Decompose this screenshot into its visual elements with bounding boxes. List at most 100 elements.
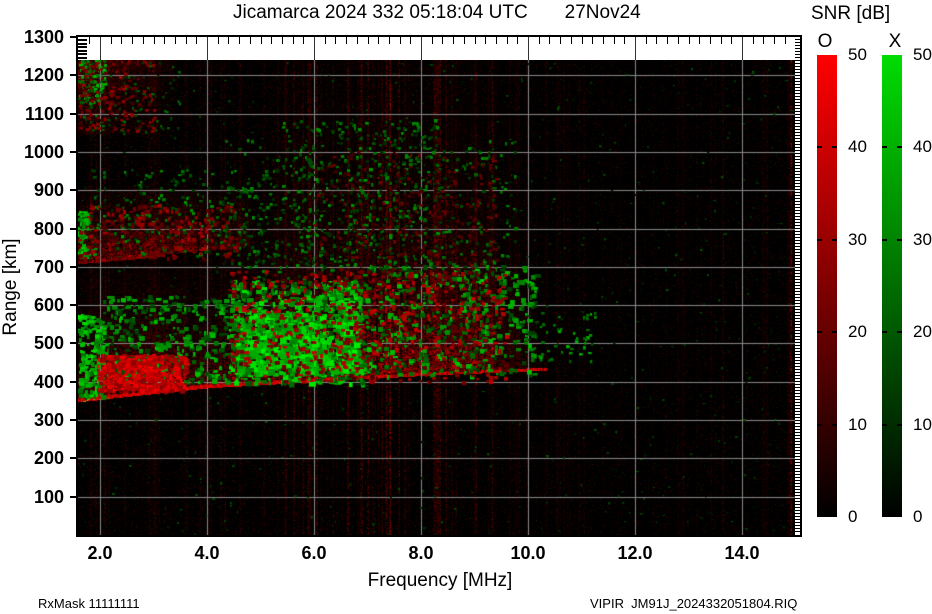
x-minor-tick: [250, 37, 251, 44]
colorbar-dash: [832, 146, 837, 149]
right-comb-tick: [795, 378, 800, 379]
x-minor-tick: [667, 37, 668, 44]
x-minor-tick: [656, 37, 657, 44]
right-comb-tick: [795, 66, 800, 67]
right-comb-tick: [795, 177, 800, 178]
x-minor-tick: [293, 37, 294, 44]
right-comb-tick: [795, 462, 800, 463]
right-comb-tick: [795, 234, 800, 235]
right-comb-tick: [795, 84, 800, 85]
right-comb-tick: [795, 471, 800, 472]
left-comb-tick: [78, 42, 87, 45]
colorbar-dash: [882, 238, 887, 241]
x-minor-tick: [89, 37, 90, 44]
colorbar-dash: [897, 146, 902, 149]
right-comb-tick: [795, 318, 800, 319]
right-comb-tick: [795, 96, 800, 97]
y-tick-mark: [70, 419, 78, 422]
x-minor-tick: [239, 37, 240, 44]
right-comb-tick: [795, 453, 800, 454]
right-comb-tick: [795, 204, 800, 205]
right-comb-tick: [795, 459, 800, 460]
right-comb-tick: [795, 321, 800, 322]
right-comb-tick: [795, 480, 800, 481]
right-comb-tick: [795, 237, 800, 238]
y-axis-title: Range [km]: [0, 238, 21, 336]
right-comb-tick: [795, 507, 800, 508]
x-minor-tick: [785, 37, 786, 44]
colorbar-tick-label: 30: [848, 229, 867, 249]
x-minor-tick: [517, 37, 518, 44]
right-comb-tick: [795, 468, 800, 469]
colorbar-dash: [817, 423, 822, 426]
right-comb-tick: [795, 210, 800, 211]
right-comb-tick: [795, 354, 800, 355]
x-minor-tick: [132, 37, 133, 44]
colorbar-tick-label: 0: [913, 507, 923, 526]
y-tick-label: 700: [33, 256, 64, 277]
right-comb-tick: [795, 42, 800, 43]
right-comb-tick: [795, 510, 800, 511]
x-minor-tick: [346, 37, 347, 44]
y-tick-label: 900: [33, 180, 64, 201]
right-comb-tick: [795, 312, 800, 313]
right-comb-tick: [795, 222, 800, 223]
y-tick-mark: [70, 112, 78, 115]
right-comb-tick: [795, 189, 800, 190]
right-comb-tick: [795, 483, 800, 484]
x-tick-label: 12.0: [617, 543, 653, 563]
x-minor-tick: [186, 37, 187, 44]
x-minor-tick: [507, 37, 508, 44]
right-comb-tick: [795, 498, 800, 499]
x-major-tick: [421, 37, 422, 60]
right-comb-tick: [795, 426, 800, 427]
right-comb-tick: [795, 75, 800, 76]
x-minor-tick: [539, 37, 540, 44]
y-tick-mark: [70, 150, 78, 153]
right-comb-tick: [795, 63, 800, 64]
x-minor-tick: [196, 37, 197, 44]
right-comb-tick: [795, 369, 800, 370]
right-comb-tick: [795, 174, 800, 175]
o-mode-colorbar: [817, 55, 837, 517]
x-minor-tick: [111, 37, 112, 44]
right-comb-tick: [795, 387, 800, 388]
right-comb-tick: [795, 519, 800, 520]
colorbar-dash: [832, 331, 837, 334]
right-comb-tick: [795, 78, 800, 79]
right-comb-tick: [795, 93, 800, 94]
ionogram-heatmap: [78, 60, 795, 535]
right-comb-tick: [795, 276, 800, 277]
right-comb-tick: [795, 465, 800, 466]
colorbar-tick-label: 40: [848, 137, 867, 157]
x-tick-label: 4.0: [194, 543, 220, 563]
right-comb-tick: [795, 147, 800, 148]
right-comb-tick: [795, 285, 800, 286]
right-comb-tick: [795, 264, 800, 265]
colorbar-tick-label: 30: [913, 229, 932, 249]
right-comb-tick: [795, 336, 800, 337]
y-tick-label: 1300: [23, 27, 64, 47]
x-minor-tick: [121, 37, 122, 44]
right-comb-tick: [795, 528, 800, 529]
x-minor-tick: [699, 37, 700, 44]
right-comb-tick: [795, 351, 800, 352]
x-minor-tick: [721, 37, 722, 44]
right-axis-comb: [795, 37, 800, 535]
right-comb-tick: [795, 348, 800, 349]
right-comb-tick: [795, 417, 800, 418]
right-comb-tick: [795, 450, 800, 451]
x-minor-tick: [368, 37, 369, 44]
o-mode-label: O: [817, 31, 833, 52]
right-comb-tick: [795, 261, 800, 262]
right-comb-tick: [795, 105, 800, 106]
x-tick-label: 8.0: [408, 543, 434, 563]
y-tick-mark: [70, 265, 78, 268]
right-comb-tick: [795, 366, 800, 367]
right-comb-tick: [795, 216, 800, 217]
right-comb-tick: [795, 156, 800, 157]
x-minor-tick: [549, 37, 550, 44]
right-comb-tick: [795, 54, 800, 55]
right-comb-tick: [795, 186, 800, 187]
right-comb-tick: [795, 432, 800, 433]
